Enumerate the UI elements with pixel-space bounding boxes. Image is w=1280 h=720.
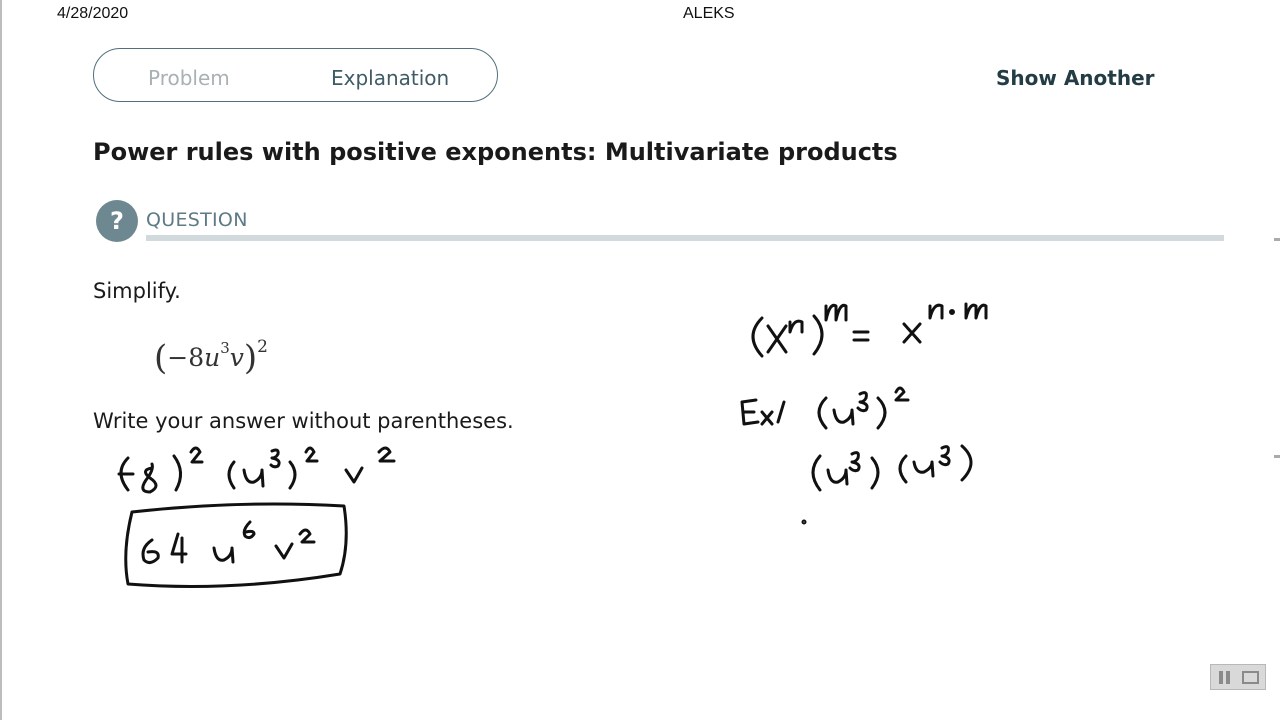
handwritten-answer xyxy=(124,502,348,588)
handwritten-example xyxy=(740,386,973,525)
screen-icon[interactable] xyxy=(1242,671,1259,684)
handwriting-layer xyxy=(117,302,988,588)
handwritten-power-rule xyxy=(751,302,988,358)
handwritten-step1 xyxy=(117,446,396,494)
video-controls xyxy=(1210,664,1266,690)
scroll-marker xyxy=(1274,455,1280,458)
pause-icon[interactable] xyxy=(1219,671,1231,684)
scroll-marker xyxy=(1274,238,1280,241)
